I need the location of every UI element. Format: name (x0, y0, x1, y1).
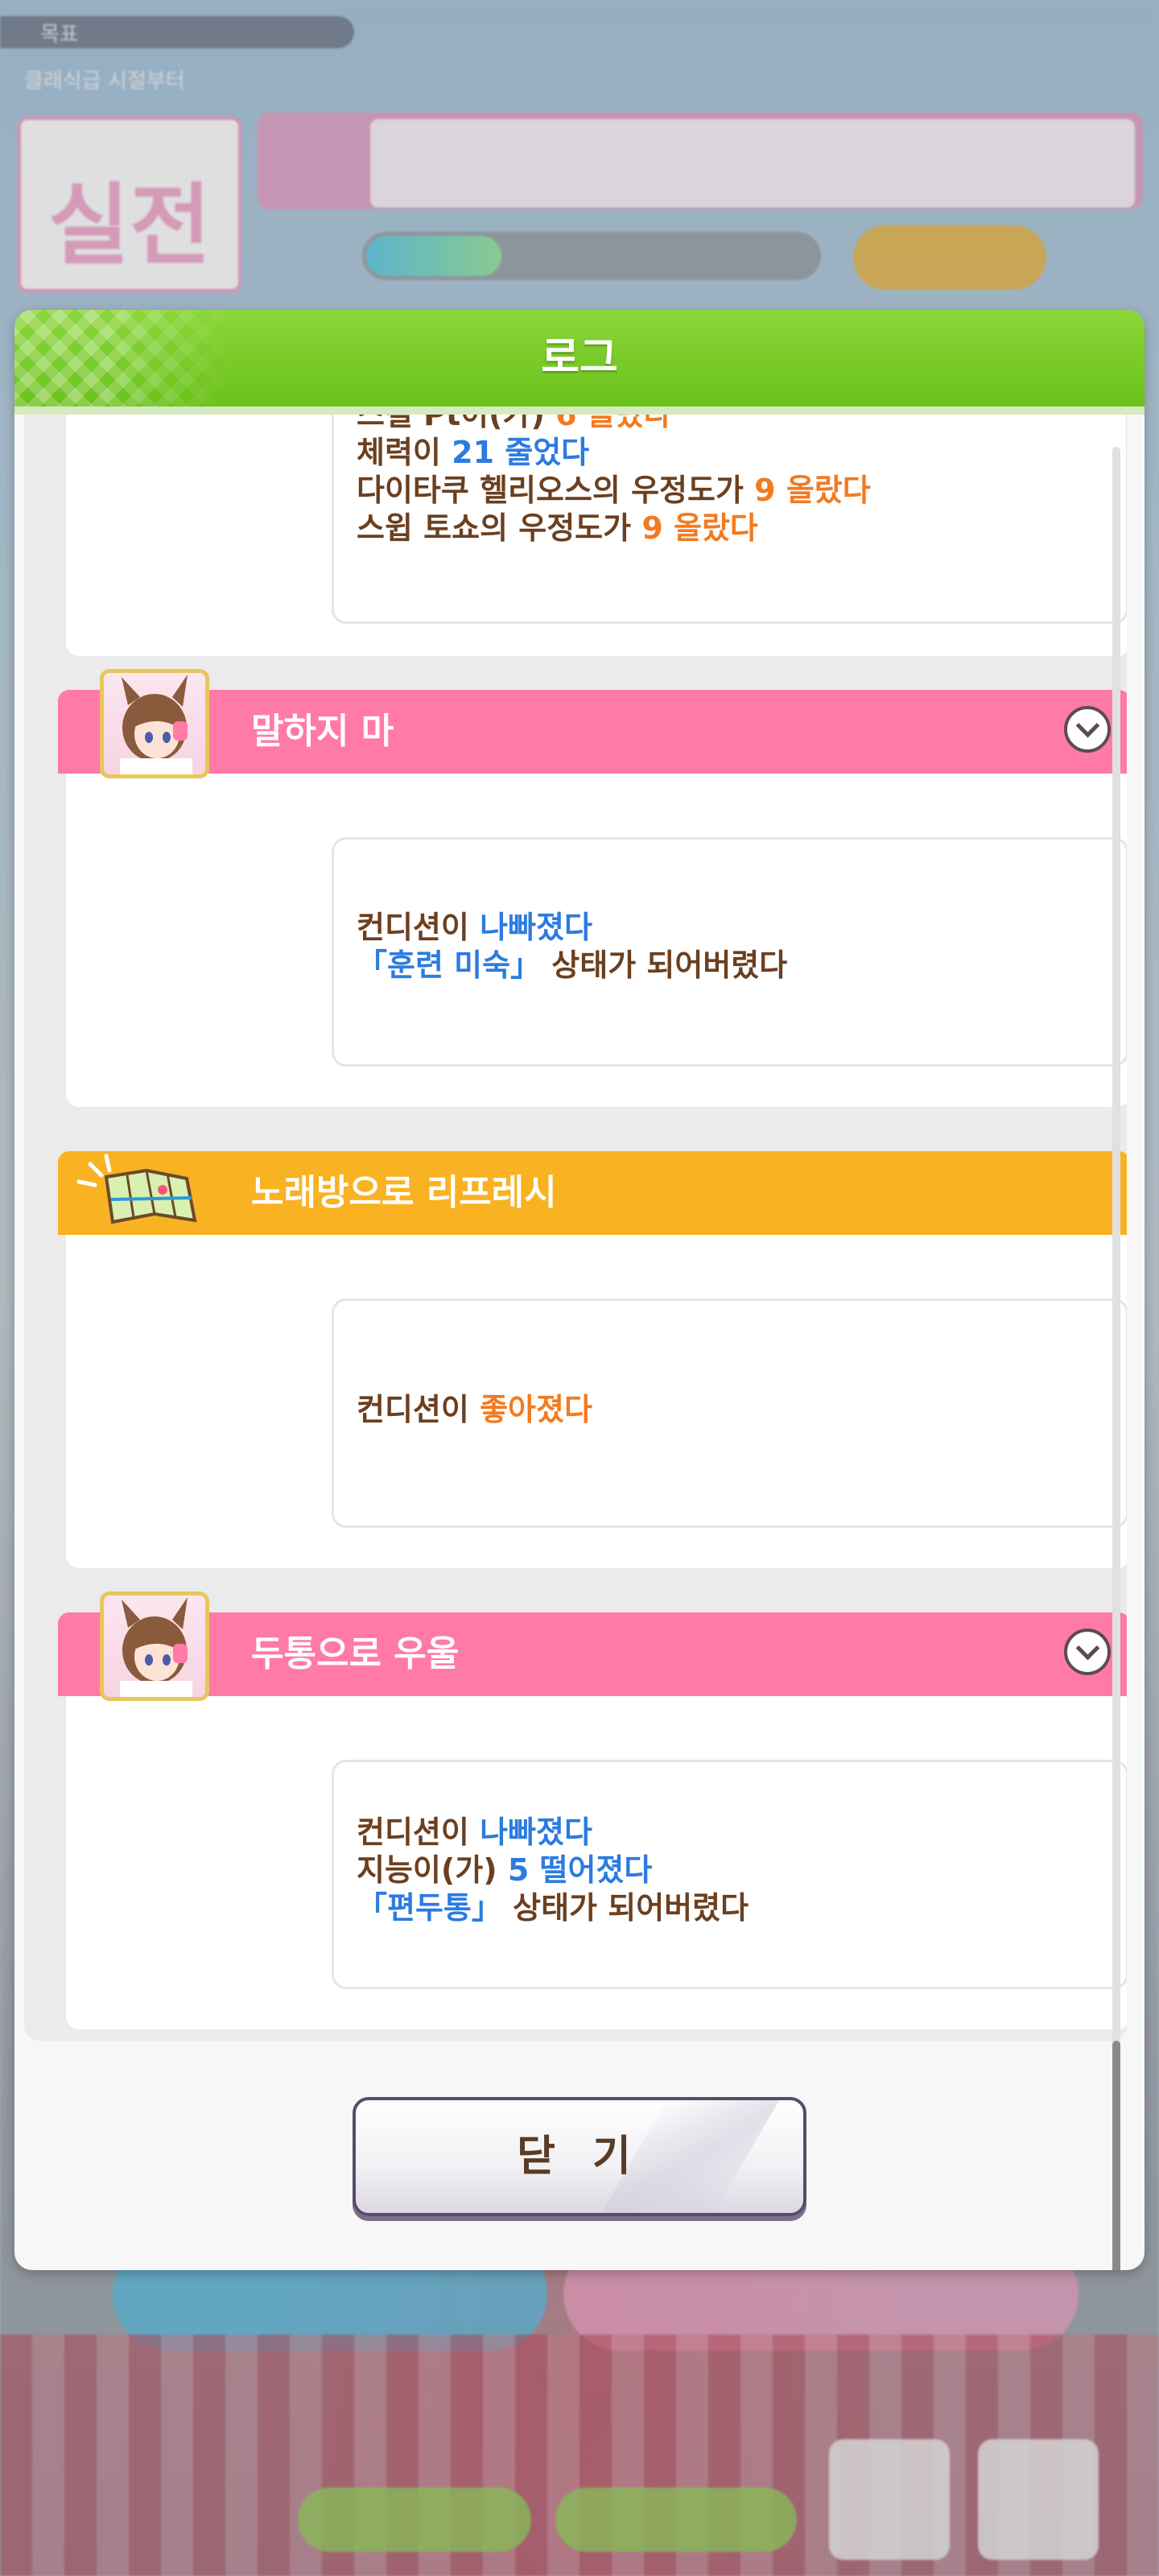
log-line: 컨디션이 좋아졌다 (357, 1392, 592, 1427)
log-line: 지능이(가) 5 떨어졌다 (357, 1852, 653, 1888)
event-title: 노래방으로 리프레시 (251, 1172, 557, 1213)
log-line: 스킬 Pt이(가) 6 올랐다 (357, 415, 672, 432)
header-divider (14, 407, 1145, 415)
chevron-down-icon[interactable] (1064, 1629, 1111, 1675)
message-box: 스킬 Pt이(가) 6 올랐다 체력이 21 줄었다 다이타쿠 헬리오스의 우정… (332, 415, 1127, 624)
scrollbar-track[interactable] (1112, 447, 1120, 2270)
event-header[interactable]: 노래방으로 리프레시 (58, 1151, 1127, 1235)
log-line: 「편두통」 상태가 되어버렸다 (357, 1890, 749, 1926)
message-box: 컨디션이 나빠졌다 지능이(가) 5 떨어졌다 「편두통」 상태가 되어버렸다 (332, 1760, 1127, 1989)
map-icon (74, 1153, 219, 1233)
event-title: 말하지 마 (251, 711, 394, 752)
event-header[interactable]: 두통으로 우울 (58, 1612, 1127, 1696)
message-box: 컨디션이 나빠졌다 「훈련 미숙」 상태가 되어버렸다 (332, 837, 1127, 1067)
log-line: 다이타쿠 헬리오스의 우정도가 9 올랐다 (357, 473, 871, 508)
log-card: 말하지 마 컨디션이 나빠졌다 「훈련 미숙」 상태가 되어버렸다 (58, 669, 1127, 1107)
log-card: 노래방으로 리프레시 컨디션이 좋아졌다 (58, 1151, 1127, 1568)
close-button[interactable]: 닫 기 (353, 2097, 806, 2216)
log-modal: 로그 스킬 Pt이(가) 6 올랐다 체력이 21 줄었다 다이타쿠 헬리오스의… (14, 310, 1145, 2270)
log-line: 컨디션이 나빠졌다 (357, 910, 592, 945)
message-box: 컨디션이 좋아졌다 (332, 1298, 1127, 1528)
character-portrait (100, 669, 209, 778)
log-line: 체력이 21 줄었다 (357, 435, 590, 470)
chevron-down-icon[interactable] (1064, 706, 1111, 753)
log-scroll-area[interactable]: 스킬 Pt이(가) 6 올랐다 체력이 21 줄었다 다이타쿠 헬리오스의 우정… (24, 415, 1127, 2041)
modal-header: 로그 (14, 310, 1145, 407)
event-header[interactable]: 말하지 마 (58, 690, 1127, 774)
scrollbar-thumb[interactable] (1112, 2041, 1120, 2270)
log-line: 컨디션이 나빠졌다 (357, 1814, 592, 1850)
log-card: 두통으로 우울 컨디션이 나빠졌다 지능이(가) 5 떨어졌다 「편두통」 상태… (58, 1591, 1127, 2029)
close-button-label: 닫 기 (517, 2132, 642, 2181)
log-card: 스킬 Pt이(가) 6 올랐다 체력이 21 줄었다 다이타쿠 헬리오스의 우정… (66, 415, 1127, 656)
log-line: 「훈련 미숙」 상태가 되어버렸다 (357, 947, 788, 983)
modal-title: 로그 (541, 334, 618, 382)
log-line: 스윕 토쇼의 우정도가 9 올랐다 (357, 510, 758, 546)
character-portrait (100, 1591, 209, 1701)
event-title: 두통으로 우울 (251, 1633, 460, 1674)
